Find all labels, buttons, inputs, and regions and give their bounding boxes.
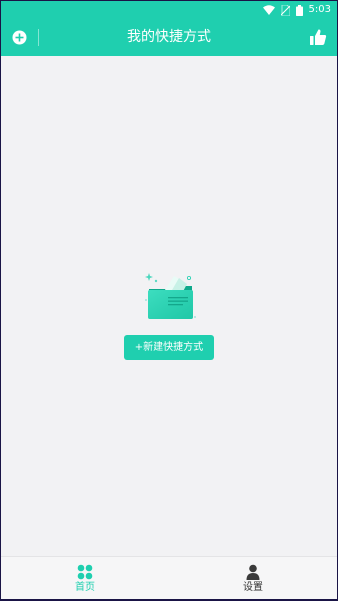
app-header: 我的快捷方式 — [1, 19, 337, 56]
thumbs-up-icon[interactable] — [309, 28, 327, 46]
nav-item-settings[interactable]: 设置 — [169, 557, 337, 599]
header-divider — [38, 29, 39, 46]
person-icon — [246, 564, 260, 580]
nav-item-home[interactable]: 首页 — [1, 557, 169, 599]
status-bar: 5:03 — [1, 1, 337, 19]
empty-folder-illustration — [145, 273, 196, 319]
bottom-nav: 首页 设置 — [1, 556, 337, 599]
no-sim-icon — [280, 4, 290, 16]
grid-icon — [77, 564, 93, 580]
page-title: 我的快捷方式 — [127, 29, 211, 45]
nav-label-settings: 设置 — [243, 582, 263, 593]
nav-label-home: 首页 — [75, 582, 95, 593]
status-icons: 5:03 — [262, 3, 331, 17]
battery-icon — [295, 4, 303, 16]
status-time: 5:03 — [308, 4, 331, 15]
app-screen: 5:03 我的快捷方式 +新建快捷方式 首页 设置 — [1, 1, 337, 599]
new-shortcut-button[interactable]: +新建快捷方式 — [124, 335, 214, 360]
wifi-icon — [262, 5, 275, 15]
add-circle-icon[interactable] — [12, 30, 27, 45]
